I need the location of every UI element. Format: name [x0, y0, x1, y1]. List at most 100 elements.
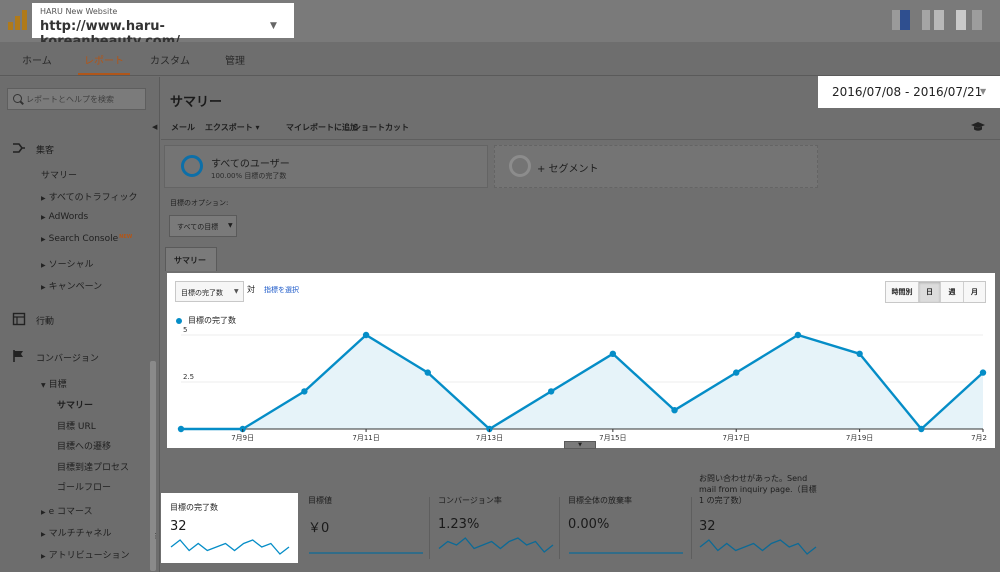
property-selector[interactable]: HARU New Website http://www.haru-koreanb…	[32, 3, 294, 49]
data-point	[979, 369, 987, 376]
sidebar-item-funnel[interactable]: 目標到達プロセス	[57, 460, 129, 473]
scorecard-goal-completions[interactable]: 目標の完了数 32	[161, 493, 298, 563]
tab-home[interactable]: ホーム	[22, 52, 52, 67]
expand-arrow-icon: ▶	[41, 531, 46, 538]
sidebar-item-adwords[interactable]: ▶ AdWords	[41, 212, 88, 222]
export-button[interactable]: エクスポート ▾	[205, 122, 260, 133]
sidebar-item-ecommerce[interactable]: ▶ e コマース	[41, 504, 93, 517]
sidebar-item-goal-urls[interactable]: 目標 URL	[57, 419, 96, 432]
data-point	[856, 350, 863, 357]
expand-arrow-icon: ▶	[41, 214, 46, 221]
sparkline	[699, 539, 817, 555]
behavior-icon	[12, 312, 26, 326]
goal-select[interactable]: すべての目標 ▼	[169, 215, 237, 237]
add-segment-button[interactable]: + セグメント	[494, 145, 818, 188]
chevron-down-icon: ▼	[270, 21, 277, 31]
scorecard-label: 目標の完了数	[170, 503, 218, 512]
expand-arrow-icon: ▶	[41, 262, 46, 269]
sidebar-item-goal-flow[interactable]: ゴールフロー	[57, 480, 111, 493]
y-tick-label: 2.5	[183, 373, 194, 381]
expanded-arrow-icon: ▼	[41, 382, 46, 389]
sparkline	[309, 552, 423, 554]
goal-option-label: 目標のオプション:	[170, 199, 229, 207]
scorecard-abandon-rate[interactable]: 目標全体の放棄率 0.00%	[568, 495, 686, 565]
segment-title: すべてのユーザー	[211, 159, 290, 170]
new-badge: NEW	[119, 234, 133, 240]
main-nav: ホーム レポート カスタム 管理	[0, 42, 1000, 76]
expand-arrow-icon: ▶	[41, 553, 46, 560]
scorecard-value: 32	[699, 519, 716, 534]
sparkline-path	[438, 537, 554, 553]
date-range-picker[interactable]: 2016/07/08 - 2016/07/21 ▼	[818, 76, 1000, 108]
education-cap-icon[interactable]	[971, 122, 985, 132]
expand-arrow-icon: ▶	[41, 509, 46, 516]
goal-completions-chart: 5 2.5 7月9日 7月11日 7月13日 7月15日 7月17日 7月19日 7月2	[177, 326, 987, 442]
x-tick-label: 7月19日	[846, 434, 873, 442]
sparkline-path	[170, 539, 290, 555]
scorecard-conversion-rate[interactable]: コンバージョン率 1.23%	[438, 495, 554, 565]
sidebar-search[interactable]	[7, 88, 146, 110]
sidebar-item-social[interactable]: ▶ ソーシャル	[41, 257, 93, 270]
x-tick-label: 7月9日	[231, 434, 254, 442]
data-point	[733, 369, 740, 376]
search-input[interactable]	[26, 92, 142, 106]
sparkline	[569, 552, 683, 554]
x-tick-label: 7月2	[971, 434, 987, 442]
expand-arrow-icon: ▶	[41, 284, 46, 291]
analytics-logo-icon[interactable]	[8, 10, 30, 32]
sidebar-item-campaigns[interactable]: ▶ キャンペーン	[41, 279, 102, 292]
data-point	[609, 350, 617, 357]
email-button[interactable]: メール	[171, 122, 195, 133]
resize-handle-icon[interactable]: ⋮	[152, 532, 159, 540]
sidebar-item-reverse-goal-path[interactable]: 目標への遷移	[57, 439, 111, 452]
tab-reports[interactable]: レポート	[78, 52, 130, 75]
data-point	[424, 369, 431, 376]
add-to-dashboard-button[interactable]: マイレポートに追加	[286, 122, 358, 133]
acquisition-icon	[13, 143, 25, 153]
sidebar-item-search-console[interactable]: ▶ Search ConsoleNEW	[41, 234, 132, 244]
scorecard-value: 0.00%	[568, 517, 610, 532]
data-point	[794, 331, 802, 339]
data-point	[918, 425, 925, 433]
x-tick-label: 7月13日	[476, 434, 503, 442]
scorecard-goal1-completions[interactable]: お問い合わせがあった。Send mail from inquiry page.（…	[699, 473, 823, 563]
data-point	[547, 388, 555, 395]
sidebar-item-goals[interactable]: ▼ 目標	[41, 377, 67, 390]
page-title: サマリー	[170, 95, 223, 110]
sidebar-item-attribution[interactable]: ▶ アトリビューション	[41, 548, 129, 561]
scorecard-value: 1.23%	[438, 517, 480, 532]
shortcut-button[interactable]: ショートカット	[353, 122, 409, 133]
scorecard-goal-value[interactable]: 目標値 ￥0	[308, 495, 424, 565]
divider	[691, 497, 692, 559]
sidebar-item-goals-summary[interactable]: サマリー	[57, 398, 93, 411]
tab-custom[interactable]: カスタム	[150, 52, 190, 67]
sparkline-path	[699, 539, 817, 555]
segment-ring-icon	[509, 155, 531, 177]
flag-icon	[13, 350, 23, 362]
segment-all-users[interactable]: すべてのユーザー 100.00% 目標の完了数	[164, 145, 488, 188]
divider	[559, 497, 560, 559]
sidebar-item-all-traffic[interactable]: ▶ すべてのトラフィック	[41, 190, 137, 203]
expand-chart-button[interactable]: ▼	[564, 441, 596, 449]
collapse-sidebar-icon[interactable]: ◀	[152, 123, 157, 131]
scorecard-label: お問い合わせがあった。Send mail from inquiry page.（…	[699, 474, 817, 505]
tab-admin[interactable]: 管理	[225, 52, 245, 67]
date-range-text: 2016/07/08 - 2016/07/21	[832, 85, 983, 99]
sidebar: ◀ 集客 サマリー ▶すべてのトラフィック ▶AdWords ▶Search C…	[0, 77, 160, 572]
main-content: サマリー 2016/07/08 - 2016/07/21 ▼ メール エクスポー…	[161, 76, 1000, 572]
expand-arrow-icon: ▶	[41, 236, 46, 243]
divider	[429, 497, 430, 559]
account-avatar[interactable]	[892, 10, 992, 30]
scorecard-label: 目標全体の放棄率	[568, 496, 632, 505]
scorecard-value: 32	[170, 519, 187, 534]
scorecard-label: コンバージョン率	[438, 496, 502, 505]
divider	[161, 139, 1000, 140]
x-tick-label: 7月11日	[352, 434, 379, 442]
sidebar-item-multichannel[interactable]: ▶ マルチチャネル	[41, 526, 112, 539]
chevron-down-icon: ▼	[980, 87, 987, 96]
search-icon	[13, 94, 22, 103]
sidebar-item-acq-summary[interactable]: サマリー	[41, 168, 77, 181]
tab-summary[interactable]: サマリー	[165, 247, 217, 271]
segment-subtitle: 100.00% 目標の完了数	[211, 172, 287, 180]
scorecard-value: ￥0	[308, 521, 330, 536]
